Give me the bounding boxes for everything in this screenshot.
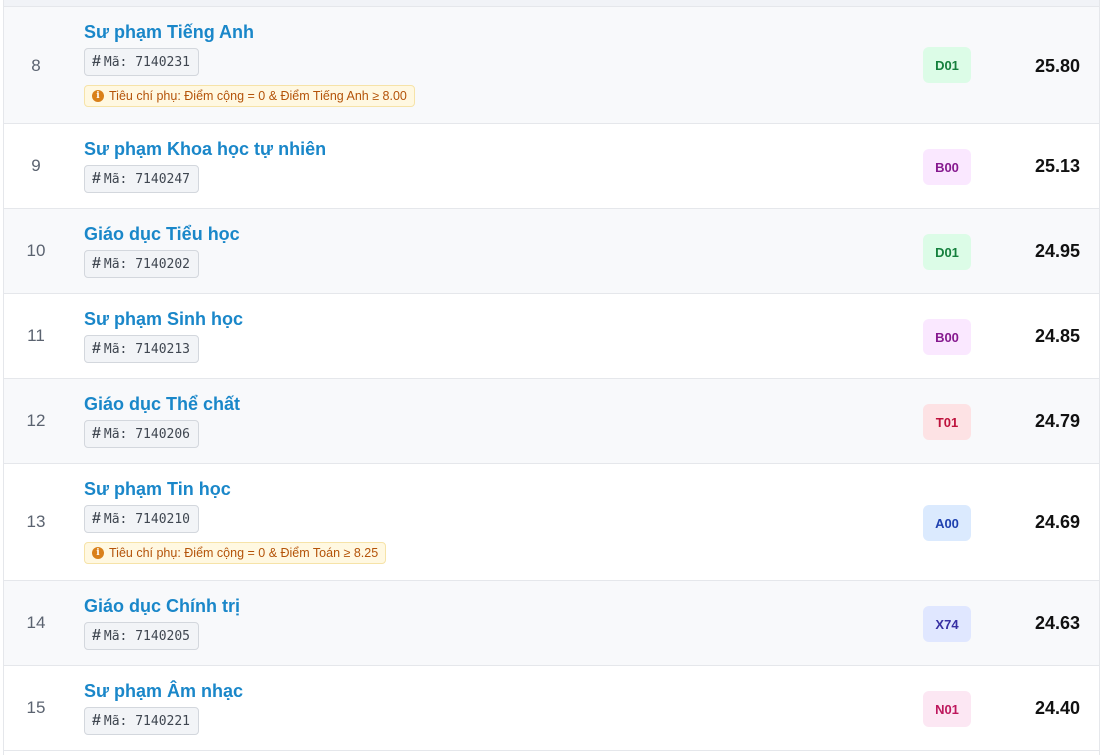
major-code-badge: # Mã: 7140210 bbox=[84, 505, 200, 533]
info-icon: i bbox=[92, 547, 104, 559]
subject-combo-badge: X74 bbox=[923, 606, 971, 642]
rank-number: 14 bbox=[26, 613, 46, 632]
code-prefix: Mã: bbox=[103, 628, 128, 644]
criteria-text: Tiêu chí phụ: Điểm cộng = 0 & Điểm Toán … bbox=[109, 546, 379, 560]
major-code-badge: # Mã: 7140205 bbox=[84, 622, 200, 650]
code-prefix: Mã: bbox=[103, 511, 128, 527]
major-name-link[interactable]: Sư phạm Khoa học tự nhiên bbox=[84, 138, 326, 160]
previous-row-edge bbox=[4, 0, 1099, 7]
rank-number: 11 bbox=[27, 326, 45, 345]
code-prefix: Mã: bbox=[103, 54, 128, 70]
major-cell: Giáo dục Tiểu học # Mã: 7140202 bbox=[84, 223, 240, 278]
major-code: 7140221 bbox=[135, 713, 191, 729]
subject-combo-badge: D01 bbox=[923, 234, 971, 270]
major-name-link[interactable]: Sư phạm Tiếng Anh bbox=[84, 21, 415, 43]
major-code-badge: # Mã: 7140202 bbox=[84, 250, 200, 278]
code-prefix: Mã: bbox=[103, 256, 128, 272]
major-cell: Sư phạm Khoa học tự nhiên # Mã: 7140247 bbox=[84, 138, 326, 193]
major-name-link[interactable]: Sư phạm Âm nhạc bbox=[84, 680, 243, 702]
hash-icon: # bbox=[92, 712, 101, 729]
tiebreak-criteria: i Tiêu chí phụ: Điểm cộng = 0 & Điểm Tiế… bbox=[84, 85, 415, 107]
cutoff-score: 24.63 bbox=[1034, 613, 1080, 633]
rank-number: 15 bbox=[26, 698, 46, 717]
cutoff-score: 24.79 bbox=[1034, 411, 1080, 431]
major-cell: Giáo dục Chính trị # Mã: 7140205 bbox=[84, 595, 240, 650]
table-row: 9 Sư phạm Khoa học tự nhiên # Mã: 714024… bbox=[4, 124, 1099, 209]
rank-number: 8 bbox=[31, 56, 41, 75]
major-code: 7140205 bbox=[135, 628, 191, 644]
cutoff-score: 24.40 bbox=[1034, 698, 1080, 718]
code-prefix: Mã: bbox=[103, 713, 128, 729]
cutoff-score: 24.95 bbox=[1034, 241, 1080, 261]
hash-icon: # bbox=[92, 627, 101, 644]
tiebreak-criteria: i Tiêu chí phụ: Điểm cộng = 0 & Điểm Toá… bbox=[84, 542, 387, 564]
major-cell: Sư phạm Tiếng Anh # Mã: 7140231 i Tiêu c… bbox=[84, 21, 415, 107]
major-code-badge: # Mã: 7140206 bbox=[84, 420, 200, 448]
table-row: 14 Giáo dục Chính trị # Mã: 7140205 X74 … bbox=[4, 581, 1099, 666]
code-prefix: Mã: bbox=[103, 341, 128, 357]
rank-number: 13 bbox=[26, 512, 46, 531]
table-row: 15 Sư phạm Âm nhạc # Mã: 7140221 N01 24.… bbox=[4, 666, 1099, 751]
code-prefix: Mã: bbox=[103, 426, 128, 442]
subject-combo-badge: B00 bbox=[923, 149, 971, 185]
table-row: 13 Sư phạm Tin học # Mã: 7140210 i Tiêu … bbox=[4, 464, 1099, 581]
rank-number: 9 bbox=[31, 156, 41, 175]
cutoff-score: 25.13 bbox=[1034, 156, 1080, 176]
major-name-link[interactable]: Giáo dục Thể chất bbox=[84, 393, 240, 415]
table-row: 8 Sư phạm Tiếng Anh # Mã: 7140231 i Tiêu… bbox=[4, 7, 1099, 124]
hash-icon: # bbox=[92, 425, 101, 442]
hash-icon: # bbox=[92, 53, 101, 70]
hash-icon: # bbox=[92, 170, 101, 187]
subject-combo-badge: T01 bbox=[923, 404, 971, 440]
subject-combo-badge: N01 bbox=[923, 691, 971, 727]
table-row: 11 Sư phạm Sinh học # Mã: 7140213 B00 24… bbox=[4, 294, 1099, 379]
table-body: 8 Sư phạm Tiếng Anh # Mã: 7140231 i Tiêu… bbox=[4, 7, 1099, 751]
major-code: 7140247 bbox=[135, 171, 191, 187]
major-code: 7140231 bbox=[135, 54, 191, 70]
major-cell: Sư phạm Âm nhạc # Mã: 7140221 bbox=[84, 680, 243, 735]
table-row: 12 Giáo dục Thể chất # Mã: 7140206 T01 2… bbox=[4, 379, 1099, 464]
rank-number: 10 bbox=[26, 241, 46, 260]
major-code-badge: # Mã: 7140231 bbox=[84, 48, 200, 76]
major-cell: Sư phạm Tin học # Mã: 7140210 i Tiêu chí… bbox=[84, 478, 387, 564]
major-code: 7140210 bbox=[135, 511, 191, 527]
major-name-link[interactable]: Sư phạm Tin học bbox=[84, 478, 386, 500]
hash-icon: # bbox=[92, 255, 101, 272]
major-code-badge: # Mã: 7140221 bbox=[84, 707, 200, 735]
major-name-link[interactable]: Giáo dục Tiểu học bbox=[84, 223, 240, 245]
subject-combo-badge: A00 bbox=[923, 505, 971, 541]
hash-icon: # bbox=[92, 510, 101, 527]
major-cell: Giáo dục Thể chất # Mã: 7140206 bbox=[84, 393, 240, 448]
criteria-text: Tiêu chí phụ: Điểm cộng = 0 & Điểm Tiếng… bbox=[109, 89, 407, 103]
subject-combo-badge: B00 bbox=[923, 319, 971, 355]
cutoff-score: 24.85 bbox=[1034, 326, 1080, 346]
major-name-link[interactable]: Sư phạm Sinh học bbox=[84, 308, 243, 330]
major-name-link[interactable]: Giáo dục Chính trị bbox=[84, 595, 240, 617]
code-prefix: Mã: bbox=[103, 171, 128, 187]
ranking-table: 8 Sư phạm Tiếng Anh # Mã: 7140231 i Tiêu… bbox=[3, 0, 1100, 755]
info-icon: i bbox=[92, 90, 104, 102]
table-row: 10 Giáo dục Tiểu học # Mã: 7140202 D01 2… bbox=[4, 209, 1099, 294]
rank-number: 12 bbox=[26, 411, 46, 430]
major-code-badge: # Mã: 7140247 bbox=[84, 165, 200, 193]
cutoff-score: 24.69 bbox=[1034, 512, 1080, 532]
major-code: 7140202 bbox=[135, 256, 191, 272]
major-cell: Sư phạm Sinh học # Mã: 7140213 bbox=[84, 308, 243, 363]
major-code-badge: # Mã: 7140213 bbox=[84, 335, 200, 363]
major-code: 7140213 bbox=[135, 341, 191, 357]
hash-icon: # bbox=[92, 340, 101, 357]
cutoff-score: 25.80 bbox=[1034, 56, 1080, 76]
subject-combo-badge: D01 bbox=[923, 47, 971, 83]
major-code: 7140206 bbox=[135, 426, 191, 442]
